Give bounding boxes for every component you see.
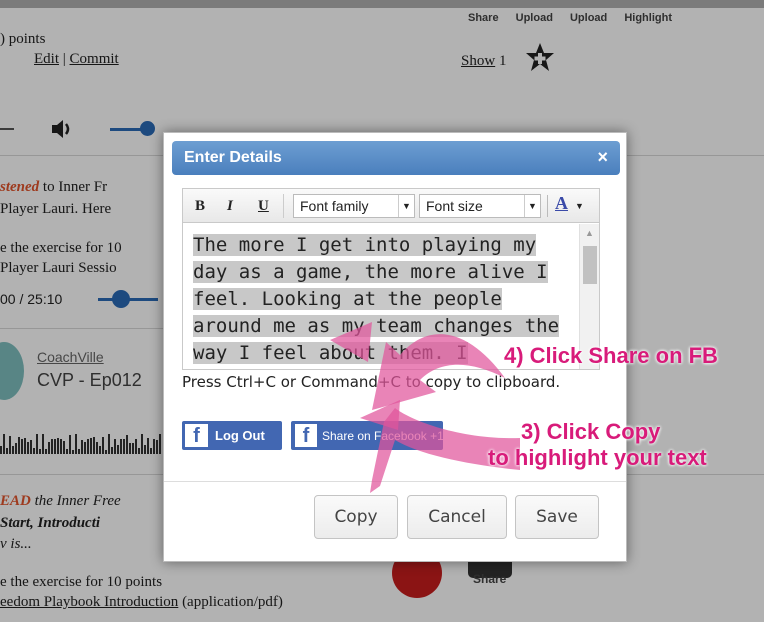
- font-size-select[interactable]: Font size ▼: [419, 194, 541, 218]
- dialog-title: Enter Details: [184, 149, 282, 166]
- facebook-logout-button[interactable]: f Log Out: [182, 421, 282, 450]
- text-color-chevron-icon[interactable]: ▼: [575, 201, 584, 211]
- annotation-step-4: 4) Click Share on FB: [504, 343, 718, 368]
- facebook-logout-label: Log Out: [215, 428, 265, 443]
- copy-button[interactable]: Copy: [314, 495, 398, 539]
- facebook-icon: f: [185, 424, 208, 447]
- cancel-button[interactable]: Cancel: [407, 495, 507, 539]
- chevron-down-icon: ▼: [524, 195, 540, 217]
- copy-instructions: Press Ctrl+C or Command+C to copy to cli…: [182, 373, 561, 391]
- toolbar-separator: [283, 194, 284, 218]
- dialog-header: Enter Details ×: [172, 141, 620, 175]
- underline-button[interactable]: U: [258, 198, 269, 215]
- font-size-label: Font size: [426, 198, 483, 214]
- annotation-step-3-line-1: 3) Click Copy: [521, 419, 661, 444]
- facebook-icon: f: [295, 424, 317, 447]
- font-family-select[interactable]: Font family ▼: [293, 194, 415, 218]
- share-on-facebook-label: Share on Facebook +1: [322, 429, 444, 443]
- editor-toolbar: B I U Font family ▼ Font size ▼ A ▼: [183, 189, 599, 223]
- toolbar-separator-2: [547, 195, 548, 217]
- scroll-thumb[interactable]: [583, 246, 597, 284]
- bold-button[interactable]: B: [195, 198, 205, 215]
- scroll-up-arrow-icon[interactable]: ▲: [585, 228, 594, 238]
- save-button[interactable]: Save: [515, 495, 599, 539]
- italic-button[interactable]: I: [227, 198, 233, 215]
- dialog-divider: [164, 481, 626, 482]
- text-color-button[interactable]: A: [555, 193, 568, 214]
- font-family-label: Font family: [300, 198, 369, 214]
- annotation-step-3-line-2: to highlight your text: [488, 445, 707, 470]
- close-icon[interactable]: ×: [597, 147, 608, 168]
- chevron-down-icon: ▼: [398, 195, 414, 217]
- share-on-facebook-button[interactable]: f Share on Facebook +1: [291, 421, 444, 450]
